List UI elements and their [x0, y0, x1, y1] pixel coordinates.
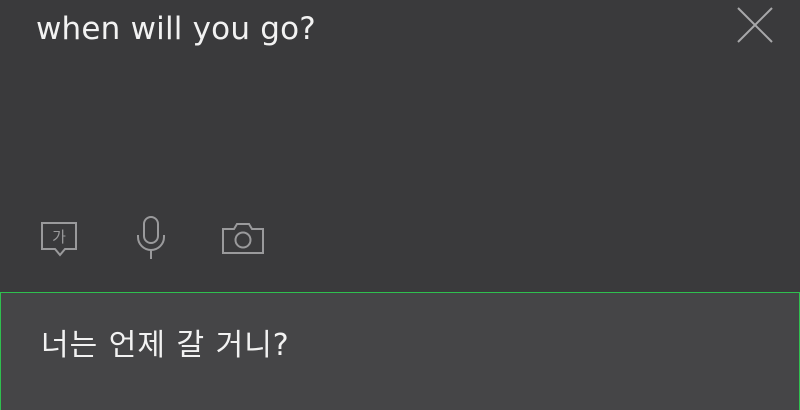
handwriting-button[interactable]: 가	[37, 216, 81, 260]
source-input-panel[interactable]: when will you go? 가	[0, 0, 800, 292]
camera-button[interactable]	[221, 216, 265, 260]
microphone-icon	[137, 216, 165, 259]
close-icon	[737, 7, 773, 43]
source-text[interactable]: when will you go?	[36, 8, 316, 50]
translation-result-text[interactable]: 너는 언제 갈 거니?	[41, 326, 290, 366]
handwriting-icon: 가	[41, 222, 77, 257]
translator-screen: when will you go? 가 너는 언제 갈 거니?	[0, 0, 800, 410]
voice-input-button[interactable]	[129, 216, 173, 260]
camera-icon	[222, 223, 264, 254]
translation-result-panel[interactable]: 너는 언제 갈 거니?	[0, 292, 800, 410]
handwriting-glyph: 가	[52, 228, 66, 246]
close-button[interactable]	[730, 3, 780, 47]
